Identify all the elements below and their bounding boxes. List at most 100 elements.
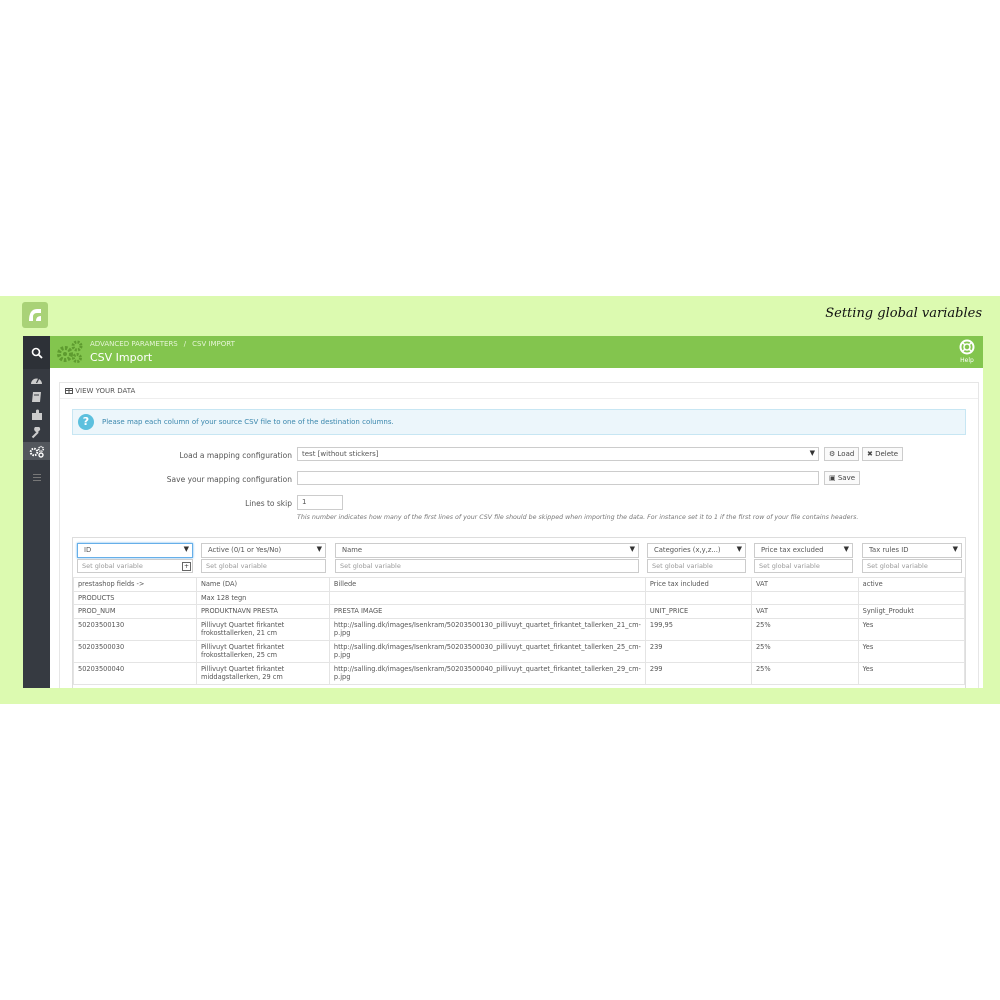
table-cell: 25% <box>750 661 859 685</box>
table-row: 50203500040 Pillivuyt Quartet firkantet m… <box>73 661 966 685</box>
table-row: 50203500030 Pillivuyt Quartet firkantet f… <box>73 639 966 663</box>
load-button-label: Load <box>837 450 855 458</box>
breadcrumb-separator: / <box>183 340 187 348</box>
sidebar <box>23 336 50 688</box>
column-select-3[interactable]: Name ▼ <box>335 543 639 558</box>
table-cell: Pillivuyt Quartet firkantet frokosttalle… <box>195 617 330 641</box>
caret-down-icon: ▼ <box>183 545 189 553</box>
catalog-icon[interactable] <box>23 388 50 406</box>
expand-icon[interactable]: + <box>182 562 191 571</box>
table-cell: prestashop fields -> <box>73 577 197 592</box>
banner-caption: Setting global variables <box>825 306 982 321</box>
table-cell: PRODUCTS <box>73 590 197 605</box>
load-mapping-select[interactable]: test [without stickers] ▼ <box>297 447 819 461</box>
global-variable-input[interactable]: Set global variable <box>647 559 746 573</box>
help-label: Help <box>960 357 974 364</box>
column-select-4[interactable]: Categories (x,y,z...) ▼ <box>647 543 746 558</box>
table-cell: 299 <box>644 661 752 685</box>
table-cell: Max 128 tegn <box>195 590 330 605</box>
delete-button-label: Delete <box>875 450 899 458</box>
table-cell: PRODUKTNAVN PRESTA <box>195 604 330 619</box>
gears-icon <box>56 339 84 369</box>
close-icon: ✖ <box>867 450 873 458</box>
column-select-6[interactable]: Tax rules ID ▼ <box>862 543 962 558</box>
view-data-panel: VIEW YOUR DATA ? Please map each column … <box>59 382 979 688</box>
panel-heading: VIEW YOUR DATA <box>60 383 978 399</box>
table-cell: http://salling.dk/images/Isenkram/502035… <box>328 661 646 685</box>
table-cell: 199,95 <box>644 617 752 641</box>
column-select-value: Categories (x,y,z...) <box>654 546 721 554</box>
table-cell: 239 <box>644 639 752 663</box>
brand-logo <box>22 302 48 328</box>
table-cell: 25% <box>750 639 859 663</box>
panel-heading-text: VIEW YOUR DATA <box>75 387 136 395</box>
table-cell <box>750 590 859 605</box>
table-cell: http://salling.dk/images/Isenkram/502035… <box>328 639 646 663</box>
floppy-icon: ▣ <box>829 474 836 482</box>
table-cell: UNIT_PRICE <box>644 604 752 619</box>
column-select-5[interactable]: Price tax excluded ▼ <box>754 543 853 558</box>
table-cell: Pillivuyt Quartet firkantet frokosttalle… <box>195 639 330 663</box>
save-mapping-label: Save your mapping configuration <box>166 475 292 484</box>
global-variable-input[interactable]: Set global variable <box>754 559 853 573</box>
column-select-value: Active (0/1 or Yes/No) <box>208 546 282 554</box>
advanced-parameters-icon[interactable] <box>23 442 50 460</box>
save-button-label: Save <box>837 474 856 482</box>
help-button[interactable]: Help <box>959 339 975 364</box>
table-cell: Pillivuyt Quartet firkantet middagstalle… <box>195 661 330 685</box>
caret-down-icon: ▼ <box>843 545 849 553</box>
breadcrumb-item[interactable]: CSV IMPORT <box>192 340 235 348</box>
caret-down-icon: ▼ <box>952 545 958 553</box>
table-cell: 50203500030 <box>73 639 197 663</box>
table-cell: PRESTA IMAGE <box>328 604 646 619</box>
lines-to-skip-help: This number indicates how many of the fi… <box>297 514 859 521</box>
tools-icon[interactable] <box>23 424 50 442</box>
table-row: prestashop fields -> Name (DA) Billede Pric… <box>73 577 966 592</box>
table-cell: 50203500130 <box>73 617 197 641</box>
table-cell: Synligt_Produkt <box>857 604 966 619</box>
breadcrumb: ADVANCED PARAMETERS / CSV IMPORT <box>90 340 235 348</box>
table-cell: 50203500040 <box>73 661 197 685</box>
caret-down-icon: ▼ <box>736 545 742 553</box>
column-select-1[interactable]: ID ▼ <box>77 543 193 558</box>
caret-down-icon: ▼ <box>809 449 815 457</box>
delete-button[interactable]: ✖ Delete <box>862 447 904 461</box>
load-mapping-label: Load a mapping configuration <box>179 451 292 460</box>
table-row: PRODUCTS Max 128 tegn <box>73 590 966 605</box>
save-mapping-input[interactable] <box>297 471 819 485</box>
column-select-value: Price tax excluded <box>761 546 824 554</box>
info-alert: ? Please map each column of your source … <box>72 409 966 435</box>
table-cell: Yes <box>857 639 966 663</box>
table-cell: http://salling.dk/images/Isenkram/502035… <box>328 617 646 641</box>
global-variable-input[interactable]: Set global variable <box>201 559 326 573</box>
column-select-2[interactable]: Active (0/1 or Yes/No) ▼ <box>201 543 326 558</box>
column-select-value: Tax rules ID <box>869 546 909 554</box>
table-cell: VAT <box>750 577 859 592</box>
gears-icon: ⚙ <box>829 450 836 458</box>
column-select-value: Name <box>342 546 363 554</box>
global-variable-input[interactable]: Set global variable <box>77 559 193 573</box>
table-cell <box>644 590 752 605</box>
search-icon[interactable] <box>23 336 50 369</box>
admin-app-window: ADVANCED PARAMETERS / CSV IMPORT CSV Impor… <box>23 336 983 688</box>
column-select-value: ID <box>84 546 92 554</box>
page-header: ADVANCED PARAMETERS / CSV IMPORT CSV Impor… <box>50 336 983 368</box>
menu-icon[interactable] <box>23 470 50 484</box>
modules-icon[interactable] <box>23 406 50 424</box>
load-button[interactable]: ⚙ Load <box>824 447 860 461</box>
table-cell: 25% <box>750 617 859 641</box>
lifebuoy-icon <box>959 339 975 355</box>
dashboard-icon[interactable] <box>23 370 50 388</box>
global-variable-input[interactable]: Set global variable <box>862 559 962 573</box>
table-cell: Name (DA) <box>195 577 330 592</box>
save-button[interactable]: ▣ Save <box>824 471 861 485</box>
global-variable-input[interactable]: Set global variable <box>335 559 639 573</box>
breadcrumb-item[interactable]: ADVANCED PARAMETERS <box>90 340 178 348</box>
lines-to-skip-input[interactable]: 1 <box>297 495 343 510</box>
table-cell: PROD_NUM <box>73 604 197 619</box>
caret-down-icon: ▼ <box>316 545 322 553</box>
table-cell: Yes <box>857 617 966 641</box>
table-row: 50203500130 Pillivuyt Quartet firkantet f… <box>73 617 966 641</box>
table-cell <box>328 590 646 605</box>
question-icon: ? <box>78 414 94 430</box>
